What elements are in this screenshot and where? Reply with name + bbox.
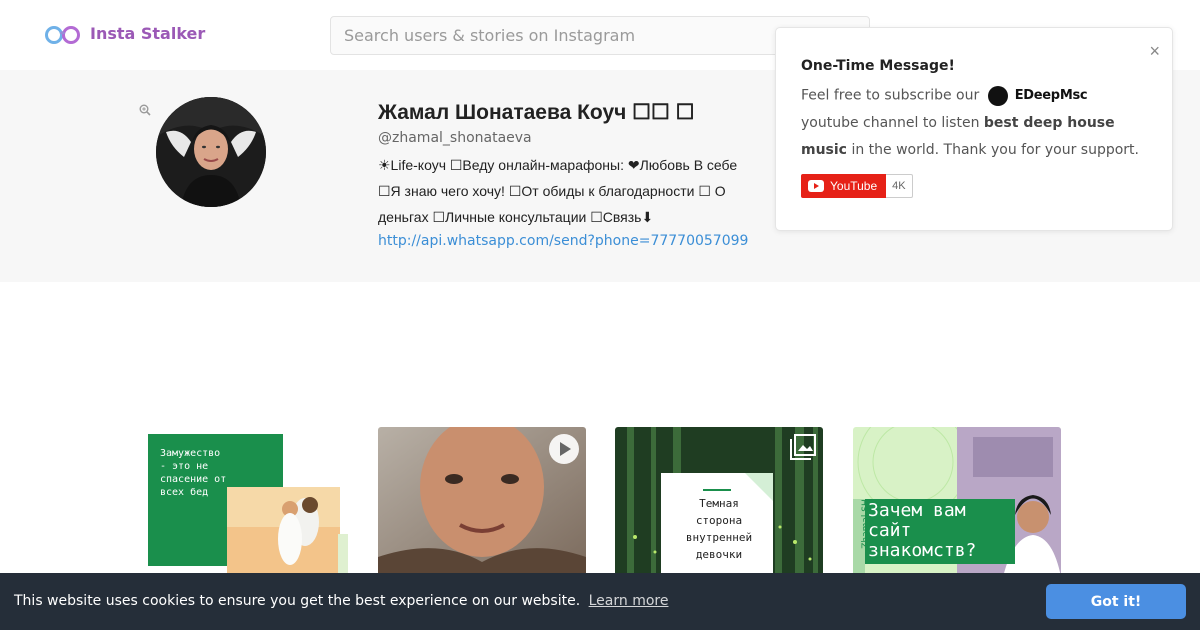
video-play-icon [548, 433, 580, 465]
bio-line: ☀︎Life-коуч ☐Веду онлайн-марафоны: ❤Любо… [378, 157, 738, 173]
popup-text: in the world. Thank you for your support… [851, 141, 1139, 158]
bio-line: деньгах ☐Личные консультации ☐Связь⬇ [378, 209, 654, 225]
post-thumbnail[interactable]: Замужество - это не спасение от всех бед [140, 427, 348, 577]
profile-name: Жамал Шонатаева Коуч ☐☐ ☐ [378, 101, 695, 124]
cookie-message: This website uses cookies to ensure you … [14, 593, 668, 609]
gallery-icon [789, 433, 817, 461]
popup-text: Feel free to subscribe our [801, 87, 980, 104]
post-caption: Темная сторона внутренней девочки [685, 497, 753, 561]
cookie-accept-button[interactable]: Got it! [1046, 584, 1186, 619]
cookie-learn-more-link[interactable]: Learn more [589, 593, 669, 609]
site-logo[interactable]: Insta Stalker [44, 22, 205, 44]
channel-name: EDeepMsc [1014, 88, 1088, 103]
channel-brand[interactable]: EDeepMsc [987, 82, 1088, 109]
close-icon[interactable]: × [1149, 42, 1160, 60]
post-thumbnail[interactable]: Zhamal SH Зачем вам сайт знакомств? [853, 427, 1061, 577]
one-time-message-popup: × One-Time Message! Feel free to subscri… [775, 27, 1173, 231]
cookie-text: This website uses cookies to ensure you … [14, 593, 581, 609]
youtube-subscribe-widget: YouTube 4K [801, 174, 913, 198]
youtube-subscribe-button[interactable]: YouTube [801, 174, 887, 198]
channel-logo-icon [987, 85, 1008, 106]
youtube-play-icon [808, 180, 824, 192]
post-caption: Замужество - это не спасение от всех бед [160, 448, 227, 498]
youtube-label: YouTube [830, 179, 878, 193]
profile-username: @zhamal_shonataeva [378, 130, 532, 146]
profile-bio: ☀︎Life-коуч ☐Веду онлайн-марафоны: ❤Любо… [378, 152, 753, 230]
popup-title: One-Time Message! [801, 58, 955, 74]
logo-text: Insta Stalker [90, 23, 206, 43]
profile-avatar[interactable] [156, 97, 266, 207]
post-thumbnail[interactable] [378, 427, 586, 577]
post-thumbnail[interactable]: Темная сторона внутренней девочки [615, 427, 823, 577]
cookie-consent-bar: This website uses cookies to ensure you … [0, 573, 1200, 630]
subscriber-count: 4K [886, 174, 913, 198]
popup-text: youtube channel to listen [801, 114, 980, 131]
popup-body: Feel free to subscribe our EDeepMsc yout… [801, 82, 1153, 164]
bio-line: ☐Я знаю чего хочу! ☐От обиды к благодарн… [378, 183, 726, 199]
post-caption: Зачем вам сайт знакомств? [868, 500, 977, 561]
glasses-logo-icon [45, 26, 80, 44]
zoom-in-icon[interactable] [139, 104, 151, 119]
profile-whatsapp-link[interactable]: http://api.whatsapp.com/send?phone=77770… [378, 233, 748, 249]
